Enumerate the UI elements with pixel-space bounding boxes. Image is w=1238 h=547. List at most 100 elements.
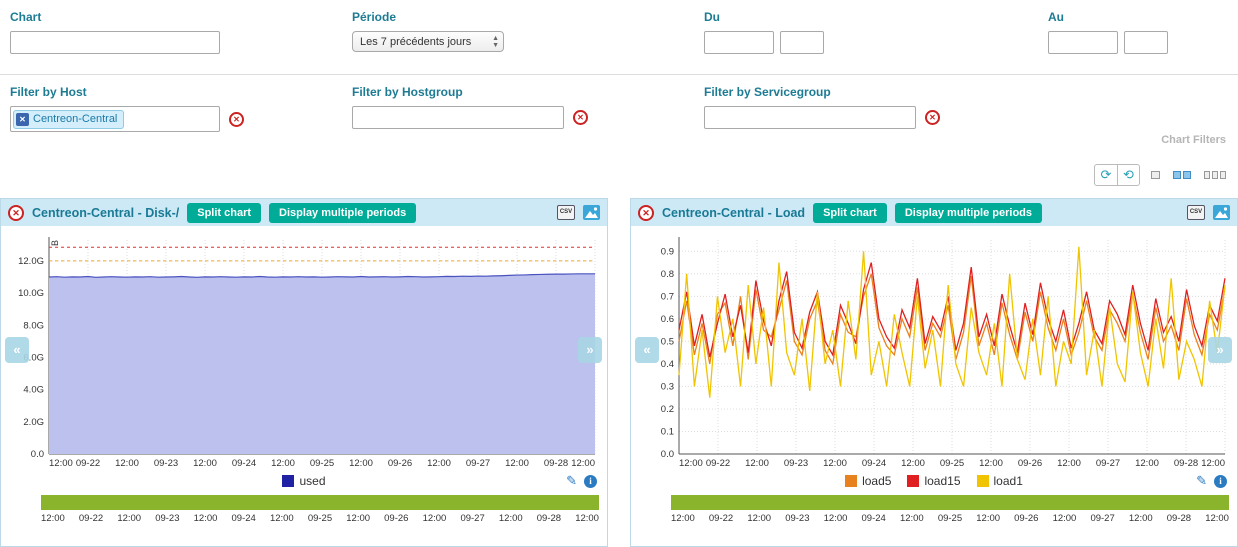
legend-item[interactable]: load15 (907, 474, 960, 488)
close-chart-icon[interactable]: ✕ (8, 205, 24, 221)
split-chart-button[interactable]: Split chart (813, 203, 887, 223)
host-chip-label: Centreon-Central (33, 113, 117, 125)
svg-text:09-22: 09-22 (706, 458, 730, 469)
info-icon[interactable]: i (1214, 475, 1227, 488)
svg-text:09-27: 09-27 (1096, 458, 1120, 469)
disk-chart-canvas[interactable]: 12:0009-2212:0009-2312:0009-2412:0009-25… (3, 230, 603, 470)
du-time-input[interactable] (780, 31, 824, 54)
disk-panel-title: Centreon-Central - Disk-/ (32, 206, 179, 220)
host-filter-input[interactable]: ✕ Centreon-Central (10, 106, 220, 132)
scroll-right-button[interactable]: » (1208, 337, 1232, 363)
scroll-left-button[interactable]: « (635, 337, 659, 363)
load-legend: load5 load15 load1 ✎ i (631, 470, 1237, 492)
periode-filter-label: Période (352, 10, 504, 24)
svg-text:09-24: 09-24 (862, 458, 886, 469)
svg-text:12:00: 12:00 (901, 458, 925, 469)
du-filter-label: Du (704, 10, 824, 24)
legend-item[interactable]: load5 (845, 474, 891, 488)
hostgroup-clear-icon[interactable]: ✕ (573, 110, 588, 125)
svg-text:0.6: 0.6 (661, 314, 674, 325)
au-filter-label: Au (1048, 10, 1168, 24)
timeline-selector-bar[interactable] (671, 495, 1229, 510)
layout-one-column-button[interactable] (1149, 169, 1162, 181)
host-filter-group: Filter by Host ✕ Centreon-Central ✕ (10, 85, 244, 132)
du-date-input[interactable] (704, 31, 774, 54)
periode-select[interactable]: Les 7 précédents jours ▲▼ (352, 31, 504, 52)
timeline-selector-bar[interactable] (41, 495, 599, 510)
legend-item[interactable]: load1 (977, 474, 1023, 488)
refresh-icon[interactable]: ⟳ (1095, 165, 1117, 185)
au-time-input[interactable] (1124, 31, 1168, 54)
svg-text:0.5: 0.5 (661, 336, 674, 347)
export-csv-icon[interactable]: CSV (1187, 205, 1205, 220)
svg-text:12:00: 12:00 (571, 458, 595, 469)
svg-text:0.8: 0.8 (661, 269, 674, 280)
svg-text:12:00: 12:00 (823, 458, 847, 469)
svg-text:09-26: 09-26 (388, 458, 412, 469)
layout-three-columns-button[interactable] (1202, 169, 1228, 181)
svg-text:10.0G: 10.0G (18, 288, 44, 299)
load-panel-title: Centreon-Central - Load (662, 206, 805, 220)
servicegroup-filter-label: Filter by Servicegroup (704, 85, 940, 99)
export-csv-icon[interactable]: CSV (557, 205, 575, 220)
svg-text:12:00: 12:00 (1135, 458, 1159, 469)
export-image-icon[interactable] (583, 205, 600, 220)
info-icon[interactable]: i (584, 475, 597, 488)
view-toolbar: ⟳ ⟲ (0, 150, 1238, 198)
svg-text:09-22: 09-22 (76, 458, 100, 469)
svg-text:09-23: 09-23 (784, 458, 808, 469)
host-clear-icon[interactable]: ✕ (229, 112, 244, 127)
svg-text:12:00: 12:00 (115, 458, 139, 469)
chart-filter-group: Chart (10, 10, 220, 54)
display-multiple-periods-button[interactable]: Display multiple periods (895, 203, 1042, 223)
legend-item[interactable]: used (282, 474, 325, 488)
periode-filter-group: Période Les 7 précédents jours ▲▼ (352, 10, 504, 52)
svg-text:12.0G: 12.0G (18, 256, 44, 267)
svg-text:12:00: 12:00 (1057, 458, 1081, 469)
svg-text:09-26: 09-26 (1018, 458, 1042, 469)
charts-row: ✕ Centreon-Central - Disk-/ Split chart … (0, 198, 1238, 547)
au-date-input[interactable] (1048, 31, 1118, 54)
svg-text:12:00: 12:00 (505, 458, 529, 469)
scroll-left-button[interactable]: « (5, 337, 29, 363)
timeline-axis-labels: 12:0009-2212:0009-2312:0009-2412:0009-25… (41, 513, 599, 524)
svg-text:12:00: 12:00 (979, 458, 1003, 469)
edit-chart-icon[interactable]: ✎ (566, 473, 577, 489)
svg-text:09-28: 09-28 (544, 458, 568, 469)
split-chart-button[interactable]: Split chart (187, 203, 261, 223)
chart-filter-input[interactable] (10, 31, 220, 54)
hostgroup-filter-group: Filter by Hostgroup ✕ (352, 85, 588, 129)
layout-two-columns-button[interactable] (1171, 169, 1193, 181)
scroll-right-button[interactable]: » (578, 337, 602, 363)
export-image-icon[interactable] (1213, 205, 1230, 220)
svg-text:0.2: 0.2 (661, 404, 674, 415)
host-chip: ✕ Centreon-Central (13, 110, 124, 129)
servicegroup-clear-icon[interactable]: ✕ (925, 110, 940, 125)
svg-text:12:00: 12:00 (679, 458, 703, 469)
close-chart-icon[interactable]: ✕ (638, 205, 654, 221)
svg-text:0.0: 0.0 (661, 449, 674, 460)
chart-filter-label: Chart (10, 10, 220, 24)
edit-chart-icon[interactable]: ✎ (1196, 473, 1207, 489)
svg-text:09-25: 09-25 (940, 458, 964, 469)
du-filter-group: Du (704, 10, 824, 54)
svg-text:0.4: 0.4 (661, 359, 674, 370)
svg-text:4.0G: 4.0G (23, 385, 44, 396)
hostgroup-filter-input[interactable] (352, 106, 564, 129)
svg-text:09-27: 09-27 (466, 458, 490, 469)
svg-text:12:00: 12:00 (49, 458, 73, 469)
disk-panel-header: ✕ Centreon-Central - Disk-/ Split chart … (1, 199, 607, 226)
svg-text:09-28: 09-28 (1174, 458, 1198, 469)
auto-refresh-icon[interactable]: ⟲ (1117, 165, 1139, 185)
disk-legend: used ✎ i (1, 470, 607, 492)
chip-remove-icon[interactable]: ✕ (16, 113, 29, 126)
svg-text:0.1: 0.1 (661, 426, 674, 437)
svg-text:12:00: 12:00 (427, 458, 451, 469)
servicegroup-filter-group: Filter by Servicegroup ✕ (704, 85, 940, 129)
servicegroup-filter-input[interactable] (704, 106, 916, 129)
filters-row-2: Filter by Host ✕ Centreon-Central ✕ Filt… (0, 74, 1238, 150)
display-multiple-periods-button[interactable]: Display multiple periods (269, 203, 416, 223)
svg-text:B: B (50, 240, 60, 246)
load-chart-canvas[interactable]: 12:0009-2212:0009-2312:0009-2412:0009-25… (633, 230, 1233, 470)
au-filter-group: Au (1048, 10, 1168, 54)
